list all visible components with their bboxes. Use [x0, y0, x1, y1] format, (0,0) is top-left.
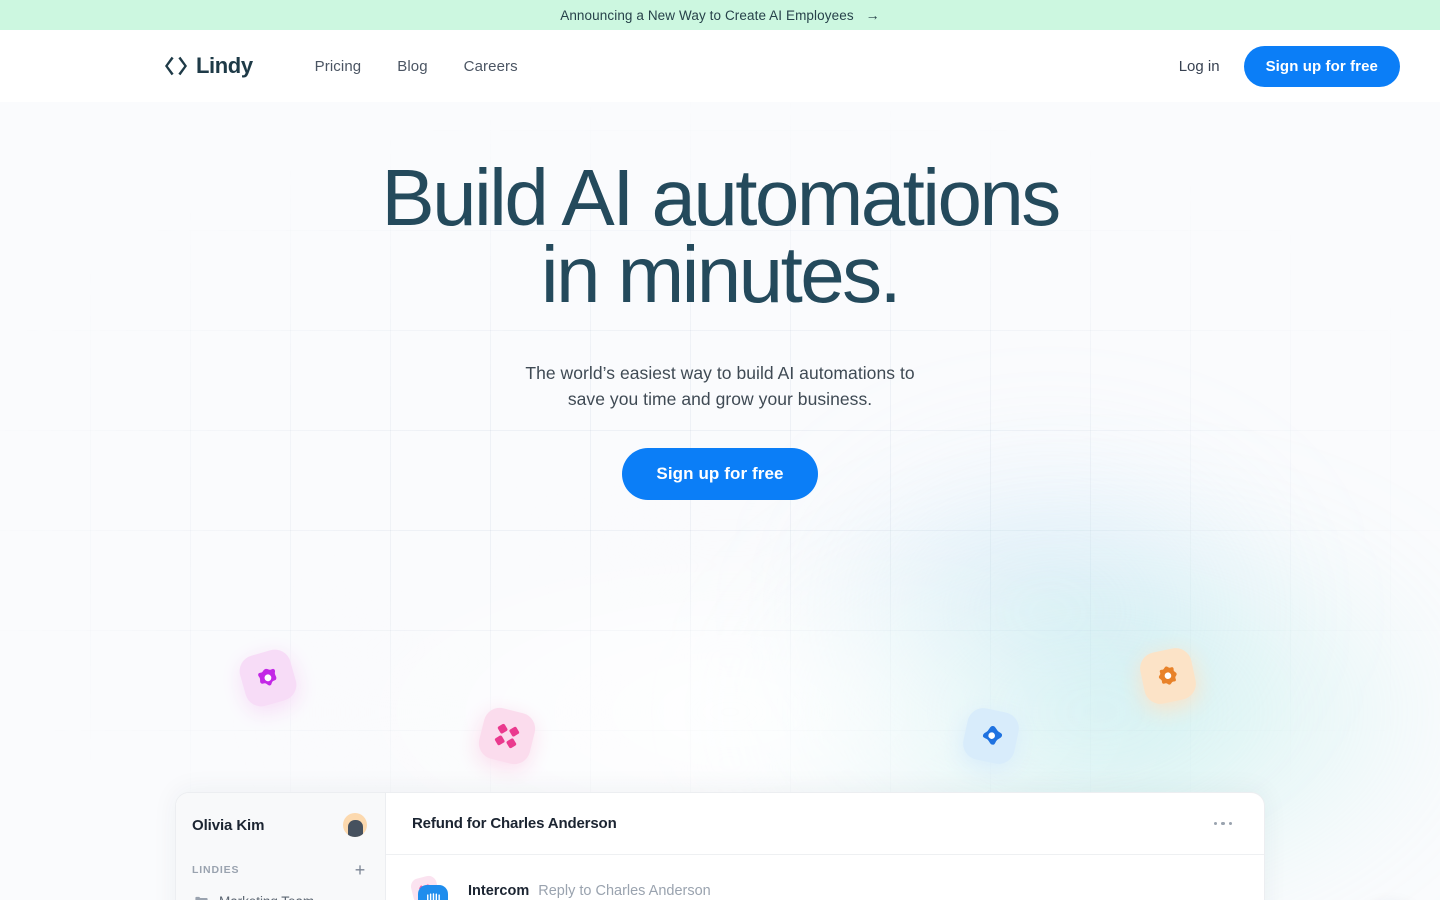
folder-icon [194, 894, 209, 900]
app-content-header: Refund for Charles Anderson [386, 793, 1264, 855]
subtitle-line-1: The world’s easiest way to build AI auto… [525, 362, 915, 383]
sidebar-user[interactable]: Olivia Kim [186, 793, 375, 855]
avatar[interactable] [343, 813, 367, 837]
message-item: Intercom Reply to Charles Anderson We ap… [386, 855, 1264, 900]
nav-link-blog[interactable]: Blog [379, 50, 445, 83]
page-title: Build AI automations in minutes. [290, 158, 1150, 315]
brand-name: Lindy [196, 53, 253, 78]
message-app-name: Intercom [468, 883, 530, 899]
message-body: Intercom Reply to Charles Anderson We ap… [468, 883, 1238, 900]
signup-button-nav[interactable]: Sign up for free [1243, 45, 1400, 87]
nav-link-pricing[interactable]: Pricing [297, 50, 380, 83]
app-sidebar: Olivia Kim LINDIES + Marketing Team [176, 793, 386, 900]
app-preview-panel: Olivia Kim LINDIES + Marketing Team [175, 792, 1265, 900]
add-lindy-button[interactable]: + [351, 861, 369, 879]
nav-link-careers[interactable]: Careers [446, 50, 536, 83]
brand-logo[interactable]: Lindy [165, 53, 253, 79]
nav-actions: Log in Sign up for free [1179, 45, 1400, 87]
signup-button-hero[interactable]: Sign up for free [622, 448, 818, 501]
sidebar-section-header: LINDIES + [186, 855, 375, 887]
sidebar-user-name: Olivia Kim [192, 816, 265, 834]
announcement-banner: Announcing a New Way to Create AI Employ… [0, 0, 1440, 30]
announcement-link[interactable]: Announcing a New Way to Create AI Employ… [560, 8, 880, 23]
subtitle-line-2: save you time and grow your business. [567, 388, 873, 409]
sidebar-item-marketing-team[interactable]: Marketing Team [186, 887, 375, 900]
sidebar-section-label: LINDIES [192, 864, 240, 876]
more-horizontal-icon[interactable] [1208, 816, 1239, 832]
login-link[interactable]: Log in [1179, 58, 1220, 75]
hero-subtitle: The world’s easiest way to build AI auto… [0, 360, 1440, 413]
arrow-right-icon: → [865, 7, 880, 23]
hero-content: Build AI automations in minutes. The wor… [0, 102, 1440, 501]
message-action: Reply to Charles Anderson [538, 883, 711, 899]
app-main-content: Refund for Charles Anderson Intercom Rep… [386, 793, 1264, 900]
conversation-title: Refund for Charles Anderson [412, 815, 617, 832]
announcement-text: Announcing a New Way to Create AI Employ… [560, 7, 854, 23]
lindy-diamond-logo-icon [165, 55, 187, 77]
nav-links: Pricing Blog Careers [297, 50, 536, 83]
hero-section: Build AI automations in minutes. The wor… [0, 102, 1440, 900]
message-icon-group [409, 874, 452, 900]
message-header: Intercom Reply to Charles Anderson [468, 883, 1238, 899]
headline-line-1: Build AI automations [381, 153, 1061, 242]
headline-line-2: in minutes. [540, 229, 902, 319]
sidebar-item-label: Marketing Team [219, 894, 314, 900]
main-navbar: Lindy Pricing Blog Careers Log in Sign u… [0, 30, 1440, 102]
intercom-icon [418, 885, 448, 900]
